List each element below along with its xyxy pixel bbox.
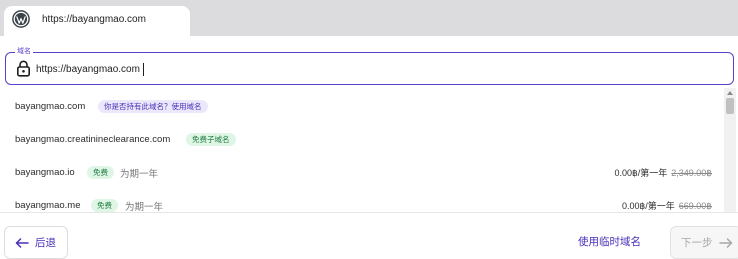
- text-caret: [143, 63, 144, 76]
- use-domain-badge[interactable]: 你是否持有此域名？使用域名: [98, 100, 208, 113]
- wordpress-icon: [12, 10, 30, 28]
- domain-results-list: bayangmao.com 你是否持有此域名？使用域名 bayangmao.cr…: [0, 90, 724, 212]
- current-price: 0.00฿/第一年: [621, 201, 675, 211]
- scroll-thumb[interactable]: [726, 98, 734, 114]
- original-price: 669.00฿: [678, 201, 712, 211]
- browser-tab[interactable]: https://bayangmao.com: [4, 6, 190, 36]
- term-label: 为期一年: [125, 201, 164, 213]
- term-label: 为期一年: [120, 168, 159, 180]
- domain-result-row[interactable]: bayangmao.me 免费 为期一年 0.00฿/第一年 669.00฿: [0, 189, 724, 212]
- result-domain: bayangmao.me: [15, 200, 81, 211]
- result-domain: bayangmao.com: [15, 101, 86, 112]
- domain-result-row[interactable]: bayangmao.creatinineclearance.com 免费子域名: [0, 123, 724, 156]
- back-button[interactable]: 后退: [4, 226, 68, 259]
- arrow-left-icon: [15, 237, 29, 248]
- domain-field[interactable]: 域名: [5, 47, 734, 85]
- result-domain: bayangmao.creatinineclearance.com: [15, 134, 171, 145]
- scroll-up-icon[interactable]: [727, 91, 733, 95]
- results-scrollbar[interactable]: [724, 88, 736, 212]
- price-label: 0.00฿/第一年 669.00฿: [622, 199, 712, 212]
- result-domain: bayangmao.io: [15, 167, 75, 178]
- domain-result-row[interactable]: bayangmao.com 你是否持有此域名？使用域名: [0, 90, 724, 123]
- domain-field-label: 域名: [15, 47, 33, 57]
- free-subdomain-badge: 免费子域名: [186, 133, 236, 146]
- back-button-label: 后退: [35, 237, 56, 249]
- price-label: 0.00฿/第一年 2,349.00฿: [614, 166, 712, 179]
- use-temporary-domain-link[interactable]: 使用临时域名: [578, 234, 641, 249]
- original-price: 2,349.00฿: [671, 168, 712, 178]
- next-button-label: 下一步: [681, 237, 713, 249]
- free-badge: 免费: [91, 199, 118, 212]
- next-button[interactable]: 下一步: [670, 226, 738, 259]
- domain-input[interactable]: [36, 60, 696, 78]
- browser-tab-bar: https://bayangmao.com: [0, 0, 738, 36]
- footer-bar: 后退 使用临时域名 下一步: [0, 212, 738, 259]
- domain-result-row[interactable]: bayangmao.io 免费 为期一年 0.00฿/第一年 2,349.00฿: [0, 156, 724, 189]
- tab-title: https://bayangmao.com: [42, 14, 146, 25]
- free-badge: 免费: [87, 166, 114, 179]
- arrow-right-icon: [718, 237, 732, 248]
- current-price: 0.00฿/第一年: [614, 168, 668, 178]
- lock-icon: [16, 60, 30, 77]
